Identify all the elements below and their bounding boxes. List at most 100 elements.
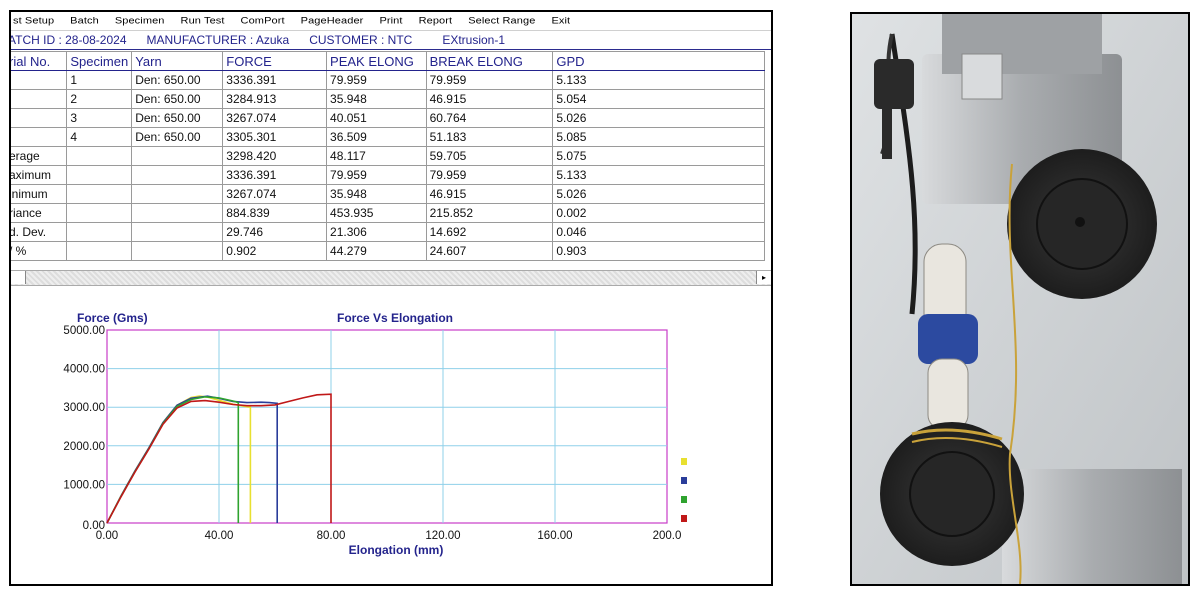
table-cell: 3 — [66, 108, 133, 128]
chart-title: Force Vs Elongation — [337, 311, 453, 325]
table-cell: d. Dev. — [11, 222, 68, 242]
table-cell: 14.692 — [425, 222, 554, 242]
series-line-1 — [106, 395, 252, 524]
table-cell: riance — [11, 203, 68, 223]
process-name: EXtrusion-1 — [442, 33, 506, 47]
y-tick-label: 2000.00 — [63, 441, 105, 453]
table-cell: 5.026 — [552, 184, 765, 204]
table-row[interactable]: 1 Den: 650.00 3336.391 79.959 79.959 5.133 — [11, 70, 765, 90]
menu-item-test-setup[interactable]: st Setup — [11, 16, 60, 26]
table-cell: 35.948 — [326, 184, 427, 204]
menu-item-comport[interactable]: ComPort — [235, 16, 291, 26]
x-tick-label: 200.0 — [653, 530, 682, 542]
x-tick-label: 40.00 — [205, 530, 234, 542]
column-header: Yarn — [131, 51, 224, 71]
table-cell: 2 — [66, 89, 133, 109]
x-tick-label: 160.00 — [537, 530, 572, 542]
table-cell — [11, 108, 68, 128]
column-header: FORCE — [222, 51, 328, 71]
table-cell: 5.054 — [552, 89, 765, 109]
legend-swatch-3 — [681, 496, 687, 503]
menu-item-report[interactable]: Report — [413, 16, 459, 26]
table-cell: 3267.074 — [222, 108, 328, 128]
batch-id: ATCH ID : 28-08-2024 — [11, 33, 127, 47]
table-cell: 35.948 — [326, 89, 427, 109]
chart-xlabel: Elongation (mm) — [349, 543, 444, 557]
table-row[interactable]: aximum 3336.391 79.959 79.959 5.133 — [11, 165, 765, 185]
table-cell: 0.902 — [222, 241, 328, 261]
table-row[interactable]: / % 0.902 44.279 24.607 0.903 — [11, 241, 765, 261]
menu-bar: st Setup Batch Specimen Run Test ComPort… — [11, 12, 771, 31]
batch-info-bar: ATCH ID : 28-08-2024 MANUFACTURER : Azuk… — [11, 31, 771, 50]
table-cell: 215.852 — [425, 203, 554, 223]
y-tick-label: 4000.00 — [63, 364, 105, 376]
results-table: rial No. Specimen Yarn FORCE PEAK ELONG BREAK… — [11, 51, 765, 261]
horizontal-scrollbar[interactable]: ▸ — [11, 270, 771, 286]
table-cell: 40.051 — [326, 108, 427, 128]
table-row[interactable]: erage 3298.420 48.117 59.705 5.075 — [11, 146, 765, 166]
table-row[interactable]: inimum 3267.074 35.948 46.915 5.026 — [11, 184, 765, 204]
table-row[interactable]: 3 Den: 650.00 3267.074 40.051 60.764 5.026 — [11, 108, 765, 128]
table-cell: 21.306 — [326, 222, 427, 242]
table-cell — [131, 222, 224, 242]
legend-swatch-4 — [681, 515, 687, 522]
table-cell: 5.133 — [552, 70, 765, 90]
table-cell: 29.746 — [222, 222, 328, 242]
table-cell — [131, 165, 224, 185]
menu-item-exit[interactable]: Exit — [545, 16, 576, 26]
menu-item-batch[interactable]: Batch — [64, 16, 105, 26]
lower-clamp-body — [1002, 469, 1182, 584]
column-header: PEAK ELONG — [326, 51, 427, 71]
table-cell — [11, 127, 68, 147]
table-cell: 1 — [66, 70, 133, 90]
clamp-lever — [882, 104, 892, 159]
table-row[interactable]: riance 884.839 453.935 215.852 0.002 — [11, 203, 765, 223]
legend-swatch-2 — [681, 477, 687, 484]
table-cell: 79.959 — [326, 165, 427, 185]
table-cell — [131, 146, 224, 166]
table-cell: 5.133 — [552, 165, 765, 185]
test-app-window: st Setup Batch Specimen Run Test ComPort… — [9, 10, 773, 586]
menu-item-select-range[interactable]: Select Range — [462, 16, 541, 26]
tensile-tester-illustration — [852, 14, 1188, 584]
table-cell: 3298.420 — [222, 146, 328, 166]
table-cell: 4 — [66, 127, 133, 147]
chart-svg: Force (Gms) Force Vs Elongation Elongati… — [63, 311, 687, 557]
table-cell — [131, 241, 224, 261]
legend-swatch-1 — [681, 458, 687, 465]
table-cell: 0.002 — [552, 203, 765, 223]
table-cell — [66, 184, 133, 204]
table-cell — [66, 146, 133, 166]
table-cell: 51.183 — [425, 127, 554, 147]
table-row[interactable]: d. Dev. 29.746 21.306 14.692 0.046 — [11, 222, 765, 242]
table-cell: 36.509 — [326, 127, 427, 147]
table-cell: 884.839 — [222, 203, 328, 223]
menu-item-page-header[interactable]: PageHeader — [295, 16, 370, 26]
clamp-knob — [874, 59, 914, 109]
table-cell: 5.085 — [552, 127, 765, 147]
lower-capstan-hub — [909, 451, 995, 537]
menu-item-run-test[interactable]: Run Test — [175, 16, 231, 26]
scroll-right-arrow-icon[interactable]: ▸ — [756, 271, 771, 284]
table-header-row: rial No. Specimen Yarn FORCE PEAK ELONG BREAK… — [11, 51, 765, 71]
scroll-thumb[interactable] — [11, 271, 26, 284]
table-cell: 453.935 — [326, 203, 427, 223]
table-cell: / % — [11, 241, 68, 261]
table-cell: Den: 650.00 — [131, 89, 224, 109]
x-tick-label: 80.00 — [317, 530, 346, 542]
table-cell: 46.915 — [425, 184, 554, 204]
table-cell: 79.959 — [326, 70, 427, 90]
table-cell: 3336.391 — [222, 70, 328, 90]
table-cell: 5.075 — [552, 146, 765, 166]
table-cell — [11, 70, 68, 90]
table-cell — [131, 184, 224, 204]
table-cell: 59.705 — [425, 146, 554, 166]
column-header: rial No. — [11, 51, 68, 71]
table-row[interactable]: 4 Den: 650.00 3305.301 36.509 51.183 5.085 — [11, 127, 765, 147]
menu-item-print[interactable]: Print — [373, 16, 408, 26]
table-cell: Den: 650.00 — [131, 127, 224, 147]
table-cell — [11, 89, 68, 109]
menu-item-specimen[interactable]: Specimen — [109, 16, 171, 26]
table-row[interactable]: 2 Den: 650.00 3284.913 35.948 46.915 5.054 — [11, 89, 765, 109]
table-cell: 3284.913 — [222, 89, 328, 109]
